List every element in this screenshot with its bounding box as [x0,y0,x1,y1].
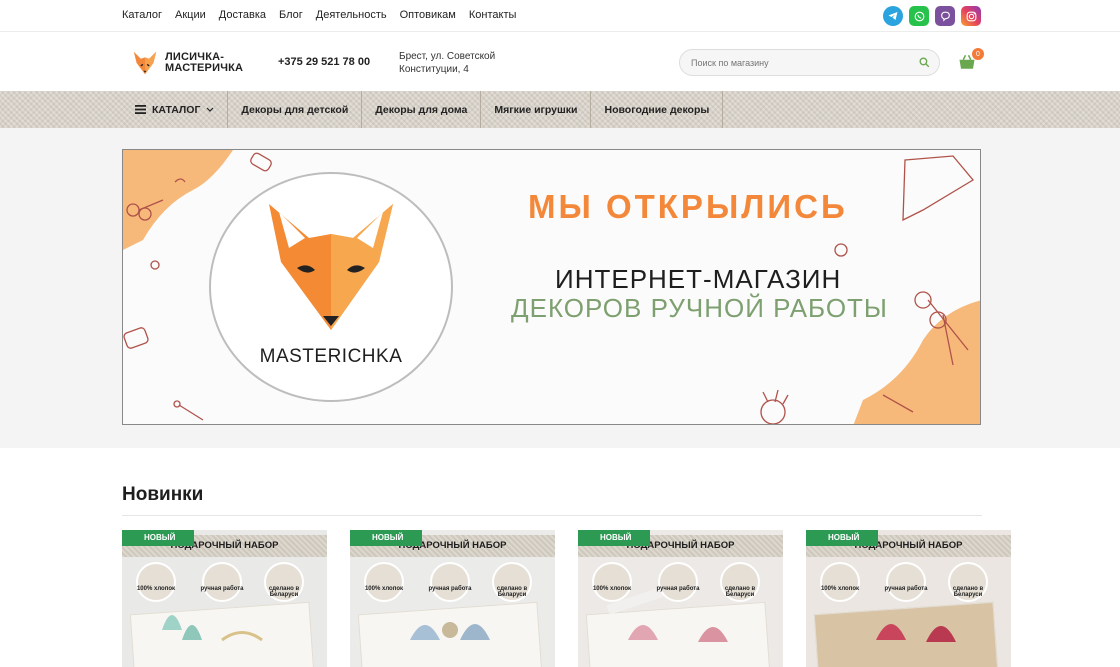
category-soft-toys[interactable]: Мягкие игрушки [481,91,592,128]
feature-label: сделано в Беларуси [496,586,528,598]
product-card[interactable]: ПОДАРОЧНЫЙ НАБОР НОВЫЙ 100% хлопок ручна… [806,530,1011,667]
feature-label: 100% хлопок [592,586,632,592]
viber-icon[interactable] [935,6,955,26]
search-icon[interactable] [918,56,931,74]
feature-label: сделано в Беларуси [724,586,756,598]
section-divider [122,515,982,516]
store-address: Брест, ул. Советской Конституции, 4 [399,50,495,76]
cotton-icon [820,562,860,602]
top-nav: Каталог Акции Доставка Блог Деятельность… [122,9,516,21]
new-badge: НОВЫЙ [122,530,194,546]
catalog-menu-label: КАТАЛОГ [152,103,201,116]
heart-hand-icon [430,562,470,602]
category-new-year-decor[interactable]: Новогодние декоры [591,91,724,128]
new-badge: НОВЫЙ [350,530,422,546]
cotton-icon [364,562,404,602]
product-card[interactable]: ПОДАРОЧНЫЙ НАБОР НОВЫЙ 100% хлопок ручна… [578,530,783,667]
fox-head-icon [269,204,393,330]
feature-label: 100% хлопок [364,586,404,592]
brand-name: MASTERICHKA [259,346,403,367]
new-badge: НОВЫЙ [578,530,650,546]
nav-link-contacts[interactable]: Контакты [469,9,517,21]
feature-label: сделано в Беларуси [268,586,300,598]
product-list: ПОДАРОЧНЫЙ НАБОР НОВЫЙ 100% хлопок ручна… [122,530,1011,667]
banner-subtitle-line2: ДЕКОРОВ РУЧНОЙ РАБОТЫ [511,293,888,323]
category-kids-decor[interactable]: Декоры для детской [228,91,363,128]
cotton-icon [136,562,176,602]
cotton-icon [592,562,632,602]
heart-hand-icon [658,562,698,602]
address-line1: Брест, ул. Советской [399,51,496,62]
site-logo[interactable]: ЛИСИЧКА- МАСТЕРИЧКА [131,49,243,77]
search-input[interactable] [680,50,900,75]
nav-link-sales[interactable]: Акции [175,9,206,21]
category-home-decor[interactable]: Декоры для дома [362,91,482,128]
logo-line2: МАСТЕРИЧКА [165,62,244,74]
feature-label: ручная работа [200,586,244,592]
nav-link-delivery[interactable]: Доставка [219,9,266,21]
category-bar: КАТАЛОГ Декоры для детской Декоры для до… [0,91,1120,128]
instagram-icon[interactable] [961,6,981,26]
chevron-down-icon [206,107,214,112]
feature-label: ручная работа [428,586,472,592]
promo-banner[interactable]: MASTERICHKA МЫ ОТКРЫЛИСЬ ИНТЕРНЕТ-МАГАЗИ… [122,149,981,425]
nav-link-blog[interactable]: Блог [279,9,303,21]
new-badge: НОВЫЙ [806,530,878,546]
search-box [679,49,940,76]
phone-number[interactable]: +375 29 521 78 00 [278,56,370,68]
fox-logo-icon [133,51,157,75]
nav-link-activity[interactable]: Деятельность [316,9,387,21]
feature-label: 100% хлопок [136,586,176,592]
heart-hand-icon [886,562,926,602]
address-line2: Конституции, 4 [399,64,469,75]
feature-label: ручная работа [656,586,700,592]
feature-label: 100% хлопок [820,586,860,592]
nav-link-catalog[interactable]: Каталог [122,9,162,21]
banner-title: МЫ ОТКРЫЛИСЬ [528,188,848,225]
heart-hand-icon [202,562,242,602]
hero-section: MASTERICHKA МЫ ОТКРЫЛИСЬ ИНТЕРНЕТ-МАГАЗИ… [0,128,1120,448]
section-title-new: Новинки [122,484,204,505]
product-card[interactable]: ПОДАРОЧНЫЙ НАБОР НОВЫЙ 100% хлопок ручна… [350,530,555,667]
feature-label: ручная работа [884,586,928,592]
brand-badge: MASTERICHKA [209,172,453,402]
category-nav: КАТАЛОГ Декоры для детской Декоры для до… [122,91,724,128]
cart-count-badge: 0 [972,48,984,60]
product-card[interactable]: ПОДАРОЧНЫЙ НАБОР НОВЫЙ 100% хлопок ручна… [122,530,327,667]
banner-subtitle-line1: ИНТЕРНЕТ-МАГАЗИН [555,264,842,294]
site-header: ЛИСИЧКА- МАСТЕРИЧКА +375 29 521 78 00 Бр… [0,32,1120,91]
whatsapp-icon[interactable] [909,6,929,26]
telegram-icon[interactable] [883,6,903,26]
nav-link-wholesale[interactable]: Оптовикам [400,9,456,21]
feature-label: сделано в Беларуси [952,586,984,598]
hamburger-icon [135,105,146,114]
catalog-menu-button[interactable]: КАТАЛОГ [122,91,229,128]
social-links [883,6,981,26]
top-bar: Каталог Акции Доставка Блог Деятельность… [0,0,1120,32]
